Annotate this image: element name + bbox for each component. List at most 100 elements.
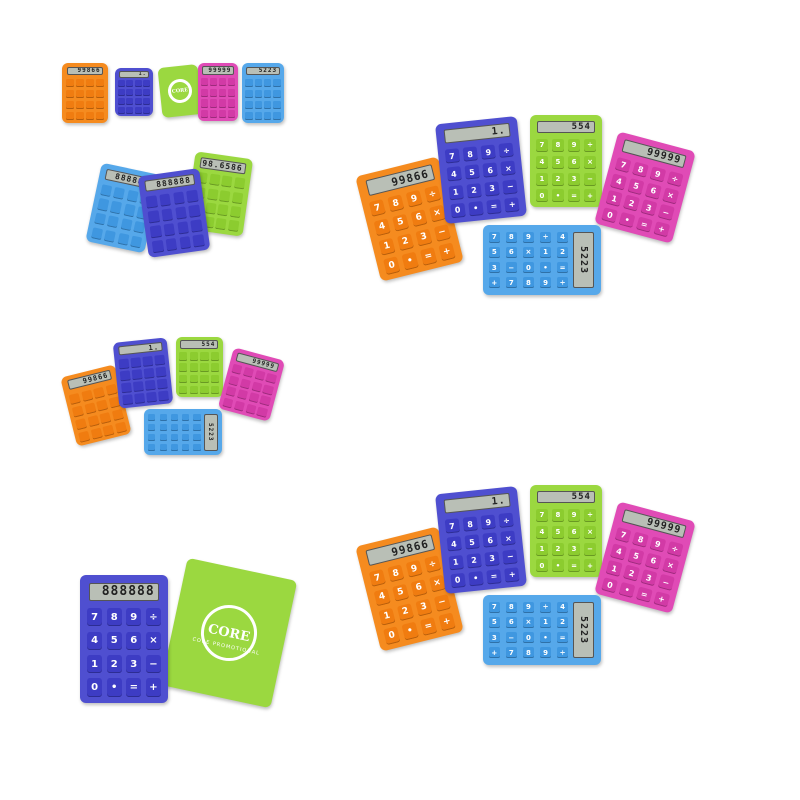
calculator-key [159, 193, 172, 207]
calculator-key: 5 [391, 583, 410, 602]
calculator-key: • [106, 678, 122, 697]
calculator-key [201, 99, 209, 108]
calculator-key [210, 109, 217, 119]
calculator-key: 6 [567, 155, 581, 169]
magenta-calculator: 99999 [198, 63, 238, 121]
calculator-key [72, 404, 84, 417]
calculator-key [142, 356, 154, 367]
magenta-calculator: 99999 7 8 9 ÷ 4 5 6 × 1 2 3−0 • = + [594, 501, 696, 614]
calculator-key [190, 219, 203, 233]
calculator-key: 1 [378, 607, 397, 626]
calculator-key [146, 392, 157, 403]
calculator-key: • [618, 581, 636, 599]
calculator-key [264, 78, 272, 88]
calculator-key [236, 389, 249, 401]
keypad [148, 413, 201, 451]
calculator-key: 4 [87, 631, 103, 650]
calculator-key: + [583, 189, 597, 203]
calculator-key [143, 80, 150, 88]
calculator-key [118, 80, 125, 88]
calculator-key: 9 [480, 144, 497, 160]
calculator-key: + [504, 567, 520, 583]
panel-five-calculators-row: 99866 1. CORE 99999 5223 [60, 60, 290, 130]
calculator-display: 554 [537, 120, 595, 134]
lime-calculator: 554 7 8 9 ÷ 4 5 6 × 1 2 3− 0 • = + [530, 485, 602, 577]
calculator-key: = [126, 678, 142, 697]
calculator-key: 3 [640, 569, 658, 587]
calculator-key [148, 423, 156, 431]
calculator-key: 7 [535, 508, 549, 522]
calculator-key: ÷ [557, 277, 568, 288]
calculator-key: + [437, 242, 456, 262]
calculator-key [65, 78, 74, 88]
calculator-key: 3 [414, 228, 433, 247]
calculator-key: − [657, 204, 675, 221]
calculator-key: = [419, 247, 438, 266]
calculator-key: 0 [449, 202, 466, 219]
calculator-key [201, 88, 209, 97]
calculator-key [248, 392, 260, 404]
blue-violet-calculator: 888888 [137, 168, 211, 258]
keypad: 7 8 9 ÷ 4 5 6 × 1 2 3− 0 • = + [444, 142, 520, 219]
calculator-display: 5223 [572, 232, 594, 288]
calculator-key: 9 [405, 189, 424, 209]
calculator-key [158, 390, 169, 402]
core-logo: CORE [195, 599, 263, 667]
calculator-key: 5 [627, 548, 645, 565]
calculator-key: − [583, 172, 597, 186]
calculator-key: 1 [535, 172, 549, 186]
calculator-key [254, 100, 262, 110]
calculator-key [259, 395, 271, 407]
sky-blue-calculator: 5223 [144, 409, 223, 456]
calculator-key: × [500, 160, 517, 177]
calculator-key [211, 385, 220, 395]
keypad: 7 8 9 ÷ 4 5 6 × 1 2 3− 0 • = + [444, 512, 520, 589]
calculator-key: + [583, 559, 597, 573]
calculator-key: 8 [386, 194, 405, 213]
calculator-key [182, 443, 190, 451]
calculator-key [96, 111, 105, 120]
calculator-display: 554 [180, 340, 219, 349]
calculator-key [170, 433, 178, 441]
calculator-key [109, 201, 123, 215]
calculator-key [210, 99, 217, 108]
calculator-key [148, 413, 156, 421]
calculator-key [245, 111, 253, 120]
calculator-key: 2 [557, 247, 568, 258]
calculator-key: 2 [557, 617, 568, 628]
calculator-key: 3 [488, 632, 500, 643]
keypad: 7 8 9 ÷ 4 5 6 × 1 2 3− 0 • = + [535, 508, 597, 573]
calculator-key: 2 [106, 655, 122, 674]
calculator-key [118, 358, 130, 369]
core-logo: CORE [166, 77, 194, 105]
sky-blue-calculator: 5223 [242, 63, 284, 123]
calculator-key: 7 [488, 232, 500, 243]
calculator-key: − [502, 548, 519, 565]
calculator-key [156, 366, 167, 378]
calculator-key [227, 78, 235, 87]
panel-three-calculators-angled: 9998.6586 888888 888888 [85, 150, 255, 260]
calculator-key [102, 423, 115, 437]
keypad [65, 78, 105, 120]
calculator-key: 4 [373, 588, 392, 607]
calculator-key [210, 78, 217, 87]
calculator-key: = [567, 189, 581, 203]
calculator-key: 0 [449, 572, 466, 589]
calculator-key [264, 111, 272, 120]
keypad [179, 352, 220, 395]
calculator-key: 4 [557, 602, 568, 613]
calculator-key [99, 411, 112, 424]
calculator-key: 6 [482, 532, 498, 549]
calculator-key: 1 [535, 542, 549, 556]
calculator-key: 9 [540, 277, 551, 288]
calculator-key [230, 205, 242, 219]
calculator-key [182, 413, 190, 421]
calculator-key: × [523, 247, 534, 258]
blue-violet-calculator: 1. [112, 337, 174, 409]
calculator-key: 3 [126, 655, 142, 674]
calculator-key: ÷ [423, 185, 442, 204]
calculator-key [186, 189, 199, 203]
calculator-key [179, 385, 188, 395]
calculator-key: • [540, 632, 551, 643]
calculator-key [120, 218, 133, 232]
